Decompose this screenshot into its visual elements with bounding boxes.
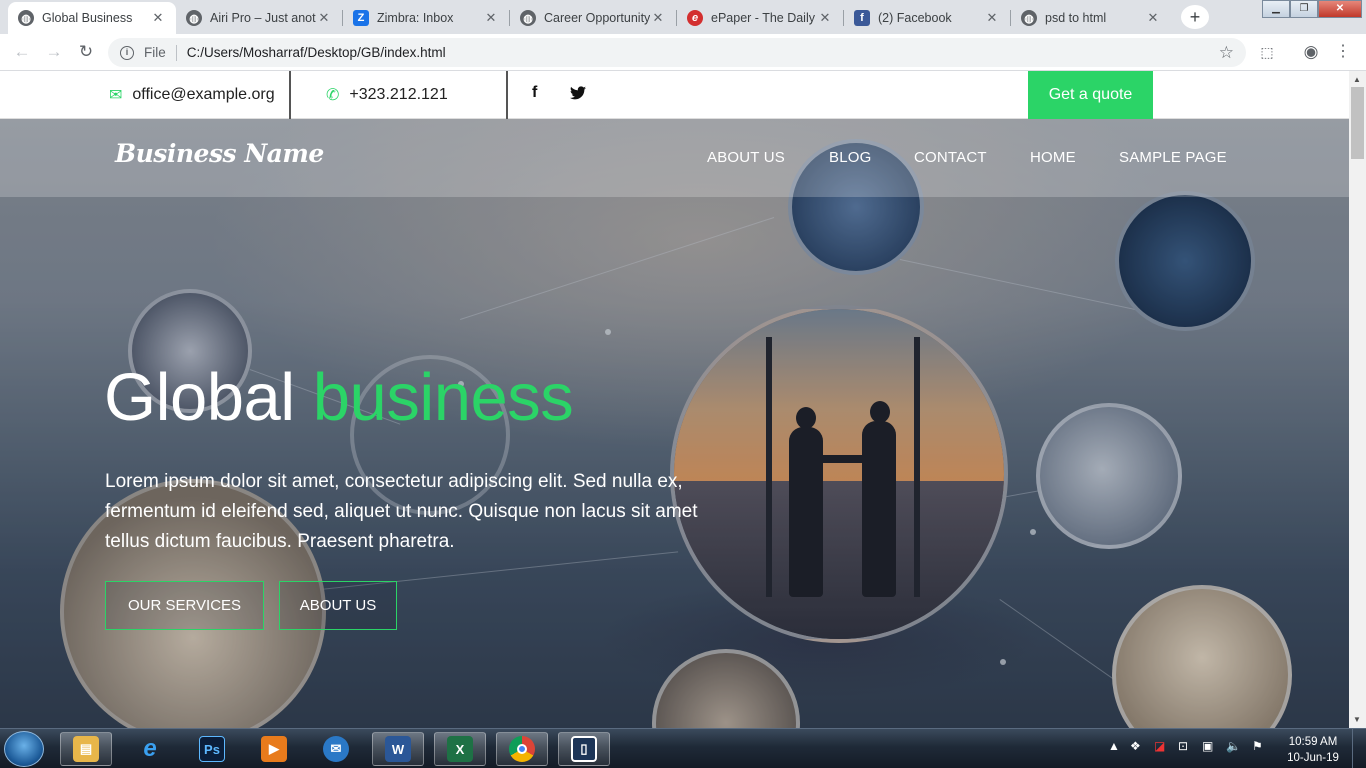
close-tab-icon[interactable]: ✕	[1145, 10, 1161, 26]
email-contact[interactable]: ✉ office@example.org	[109, 71, 275, 119]
divider	[175, 44, 177, 61]
tab-global-business[interactable]: ◍ Global Business ✕	[8, 2, 176, 34]
chrome-icon[interactable]	[496, 732, 548, 766]
hero-description: Lorem ipsum dolor sit amet, consectetur …	[105, 471, 698, 552]
contact-topbar: ✉ office@example.org ✆ +323.212.121 f Ge…	[0, 71, 1349, 119]
nav-blog[interactable]: BLOG	[829, 149, 871, 166]
epaper-icon: e	[687, 10, 703, 26]
tab-title: psd to html	[1045, 11, 1107, 25]
dropbox-icon[interactable]: ❖	[1130, 739, 1141, 753]
acrobat-icon[interactable]: ◪	[1154, 739, 1165, 753]
new-tab-button[interactable]: +	[1181, 5, 1209, 29]
media-player-icon[interactable]: ▶	[248, 732, 300, 766]
tab-facebook[interactable]: f (2) Facebook ✕	[844, 2, 1010, 34]
page-viewport: Business Name ABOUT US BLOG CONTACT HOME…	[0, 71, 1349, 728]
globe-icon: ◍	[1021, 10, 1037, 26]
site-logo[interactable]: Business Name	[115, 139, 324, 168]
nav-about-us[interactable]: ABOUT US	[707, 149, 785, 166]
tab-title: ePaper - The Daily	[711, 11, 815, 25]
network-icon[interactable]: ⊡	[1178, 739, 1188, 753]
divider	[506, 71, 508, 119]
scroll-up-icon[interactable]: ▲	[1353, 75, 1361, 84]
bookmark-star-icon[interactable]: ☆	[1219, 43, 1234, 63]
address-bar[interactable]: i File C:/Users/Mosharraf/Desktop/GB/ind…	[108, 38, 1246, 67]
close-tab-icon[interactable]: ✕	[817, 10, 833, 26]
phone-text: +323.212.121	[349, 86, 448, 103]
mail-icon[interactable]: ✉	[310, 732, 362, 766]
clock-date: 10-Jun-19	[1287, 752, 1339, 764]
excel-icon[interactable]: X	[434, 732, 486, 766]
start-button[interactable]	[4, 731, 44, 767]
close-tab-icon[interactable]: ✕	[316, 10, 332, 26]
about-us-button[interactable]: ABOUT US	[279, 581, 397, 630]
nav-home[interactable]: HOME	[1030, 149, 1076, 166]
nav-contact[interactable]: CONTACT	[914, 149, 987, 166]
twitter-icon[interactable]	[570, 86, 586, 103]
volume-icon[interactable]: 🔈	[1226, 739, 1241, 753]
tab-title: Global Business	[42, 11, 133, 25]
windows-taskbar: ▤ e Ps ▶ ✉ W X ▯ ▲ ❖ ◪ ⊡ ▣ 🔈 ⚑ 10:59 AM …	[0, 728, 1366, 768]
tab-zimbra-inbox[interactable]: Z Zimbra: Inbox ✕	[343, 2, 509, 34]
phone-contact[interactable]: ✆ +323.212.121	[326, 71, 448, 119]
tab-title: Airi Pro – Just anot	[210, 11, 316, 25]
nav-sample-page[interactable]: SAMPLE PAGE	[1119, 149, 1227, 166]
close-tab-icon[interactable]: ✕	[483, 10, 499, 26]
forward-arrow-icon[interactable]: →	[44, 42, 64, 62]
phone-icon: ✆	[326, 87, 340, 104]
facebook-icon[interactable]: f	[532, 84, 537, 102]
hero-title-main: Global	[104, 360, 295, 435]
usb-icon[interactable]: ▣	[1202, 739, 1213, 753]
back-arrow-icon[interactable]: ←	[12, 42, 32, 62]
reload-icon[interactable]: ↻	[76, 42, 96, 62]
app-icon[interactable]: ▯	[558, 732, 610, 766]
email-text: office@example.org	[132, 86, 275, 103]
info-icon[interactable]: i	[120, 45, 134, 60]
tray-expand-icon[interactable]: ▲	[1108, 739, 1120, 753]
facebook-icon: f	[854, 10, 870, 26]
menu-dots-icon[interactable]: ⋮	[1334, 43, 1352, 61]
url-text[interactable]: C:/Users/Mosharraf/Desktop/GB/index.html	[187, 45, 1219, 60]
tab-psd-to-html[interactable]: ◍ psd to html ✕	[1011, 2, 1171, 34]
maximize-button[interactable]: ❐	[1290, 0, 1318, 18]
profile-icon[interactable]: ◉	[1302, 43, 1320, 61]
clock-time: 10:59 AM	[1288, 736, 1338, 748]
protocol-label: File	[144, 45, 166, 60]
pdf-extension-icon[interactable]: ⬚	[1258, 43, 1276, 61]
tab-epaper[interactable]: e ePaper - The Daily ✕	[677, 2, 843, 34]
hero-title-highlight: business	[312, 360, 574, 435]
divider	[289, 71, 291, 119]
word-icon[interactable]: W	[372, 732, 424, 766]
close-tab-icon[interactable]: ✕	[650, 10, 666, 26]
page-scrollbar[interactable]: ▲ ▼	[1349, 71, 1366, 728]
close-tab-icon[interactable]: ✕	[150, 10, 166, 26]
get-quote-button[interactable]: Get a quote	[1028, 71, 1153, 119]
internet-explorer-icon[interactable]: e	[124, 732, 176, 766]
our-services-button[interactable]: OUR SERVICES	[105, 581, 264, 630]
window-controls: ▁ ❐ ✕	[1262, 0, 1362, 18]
globe-icon: ◍	[520, 10, 536, 26]
file-explorer-icon[interactable]: ▤	[60, 732, 112, 766]
action-center-icon[interactable]: ⚑	[1252, 739, 1263, 753]
scroll-down-icon[interactable]: ▼	[1353, 715, 1361, 724]
close-window-button[interactable]: ✕	[1318, 0, 1362, 18]
hero-title: Global business	[104, 359, 574, 436]
tab-career-opportunity[interactable]: ◍ Career Opportunity ✕	[510, 2, 676, 34]
tab-title: Zimbra: Inbox	[377, 11, 454, 25]
photoshop-icon[interactable]: Ps	[186, 732, 238, 766]
minimize-button[interactable]: ▁	[1262, 0, 1290, 18]
tab-airi-pro[interactable]: ◍ Airi Pro – Just anot ✕	[176, 2, 342, 34]
globe-icon: ◍	[186, 10, 202, 26]
browser-tab-strip: ◍ Global Business ✕ ◍ Airi Pro – Just an…	[0, 0, 1366, 34]
main-navbar: Business Name ABOUT US BLOG CONTACT HOME…	[0, 119, 1349, 197]
system-clock[interactable]: 10:59 AM 10-Jun-19	[1284, 734, 1342, 766]
envelope-icon: ✉	[109, 87, 123, 104]
close-tab-icon[interactable]: ✕	[984, 10, 1000, 26]
tab-title: Career Opportunity	[544, 11, 650, 25]
scroll-thumb[interactable]	[1351, 87, 1364, 159]
show-desktop-button[interactable]	[1352, 729, 1366, 768]
zimbra-icon: Z	[353, 10, 369, 26]
tab-title: (2) Facebook	[878, 11, 952, 25]
globe-icon: ◍	[18, 10, 34, 26]
browser-toolbar: ← → ↻ i File C:/Users/Mosharraf/Desktop/…	[0, 34, 1366, 71]
